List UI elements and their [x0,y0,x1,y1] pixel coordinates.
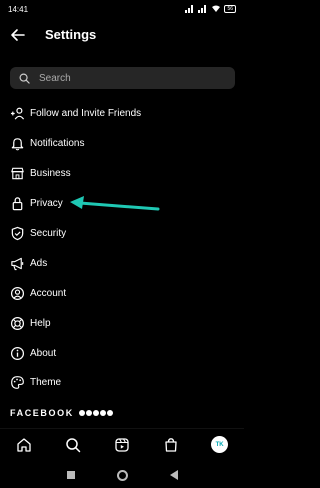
facebook-brand-row: FACEBOOK [10,408,113,418]
person-circle-icon [9,285,25,301]
settings-menu: Follow and Invite Friends Notifications … [0,99,244,398]
search-input[interactable]: Search [10,67,235,89]
menu-item-label: Ads [30,257,48,269]
signal-icon [185,5,194,13]
shopping-bag-icon [165,437,177,452]
page-title: Settings [45,27,97,42]
menu-item-label: Account [30,287,67,299]
menu-item-label: Notifications [30,138,85,150]
menu-item-security[interactable]: Security [0,219,244,249]
shop-icon [9,166,25,182]
whatsapp-app-icon [99,410,106,416]
search-placeholder: Search [39,72,71,84]
home-tab[interactable] [14,435,34,455]
battery-indicator: 56 [224,5,236,13]
recents-button[interactable] [66,471,75,479]
bell-icon [9,136,25,152]
system-nav-bar [0,462,244,488]
status-bar: 14:41 56 [0,0,244,18]
avatar: TK [211,436,229,453]
menu-item-label: Follow and Invite Friends [30,108,142,120]
menu-item-label: Theme [30,377,62,389]
search-icon [19,73,30,84]
menu-item-label: Business [30,168,71,180]
menu-item-theme[interactable]: Theme [0,368,244,398]
annotation-arrow-icon [70,196,160,211]
menu-item-business[interactable]: Business [0,159,244,189]
search-icon [66,437,81,452]
menu-item-follow-invite[interactable]: Follow and Invite Friends [0,99,244,129]
lock-icon [9,196,25,212]
menu-item-label: Security [30,228,67,239]
megaphone-icon [9,255,25,271]
lifebuoy-icon [9,315,25,331]
messenger-app-icon [85,410,92,416]
menu-item-notifications[interactable]: Notifications [0,129,244,159]
menu-item-label: About [30,347,57,359]
profile-tab[interactable]: TK [210,435,230,455]
menu-item-account[interactable]: Account [0,278,244,308]
status-time: 14:41 [8,4,29,14]
search-tab[interactable] [63,435,83,455]
home-icon [17,437,32,452]
facebook-label: FACEBOOK [10,408,74,418]
facebook-app-icon [78,410,85,416]
back-arrow-icon[interactable] [9,26,27,44]
home-button[interactable] [116,469,128,481]
meta-apps-icons [78,410,113,416]
add-person-icon [9,106,25,122]
palette-icon [9,375,25,391]
menu-item-ads[interactable]: Ads [0,248,244,278]
bottom-tab-bar: TK [0,428,244,460]
wifi-icon [212,5,221,12]
menu-item-help[interactable]: Help [0,308,244,338]
menu-item-label: Privacy [30,198,63,210]
info-icon [9,345,25,361]
signal-icon-2 [198,5,207,13]
shop-tab[interactable] [161,435,181,455]
oculus-app-icon [106,410,113,416]
menu-item-about[interactable]: About [0,338,244,368]
instagram-app-icon [92,410,99,416]
reels-icon [115,437,129,452]
shield-icon [9,226,25,242]
menu-item-label: Help [30,317,51,329]
header: Settings [0,22,244,48]
status-icons: 56 [185,5,236,13]
back-button[interactable] [169,470,178,480]
reels-tab[interactable] [112,435,132,455]
